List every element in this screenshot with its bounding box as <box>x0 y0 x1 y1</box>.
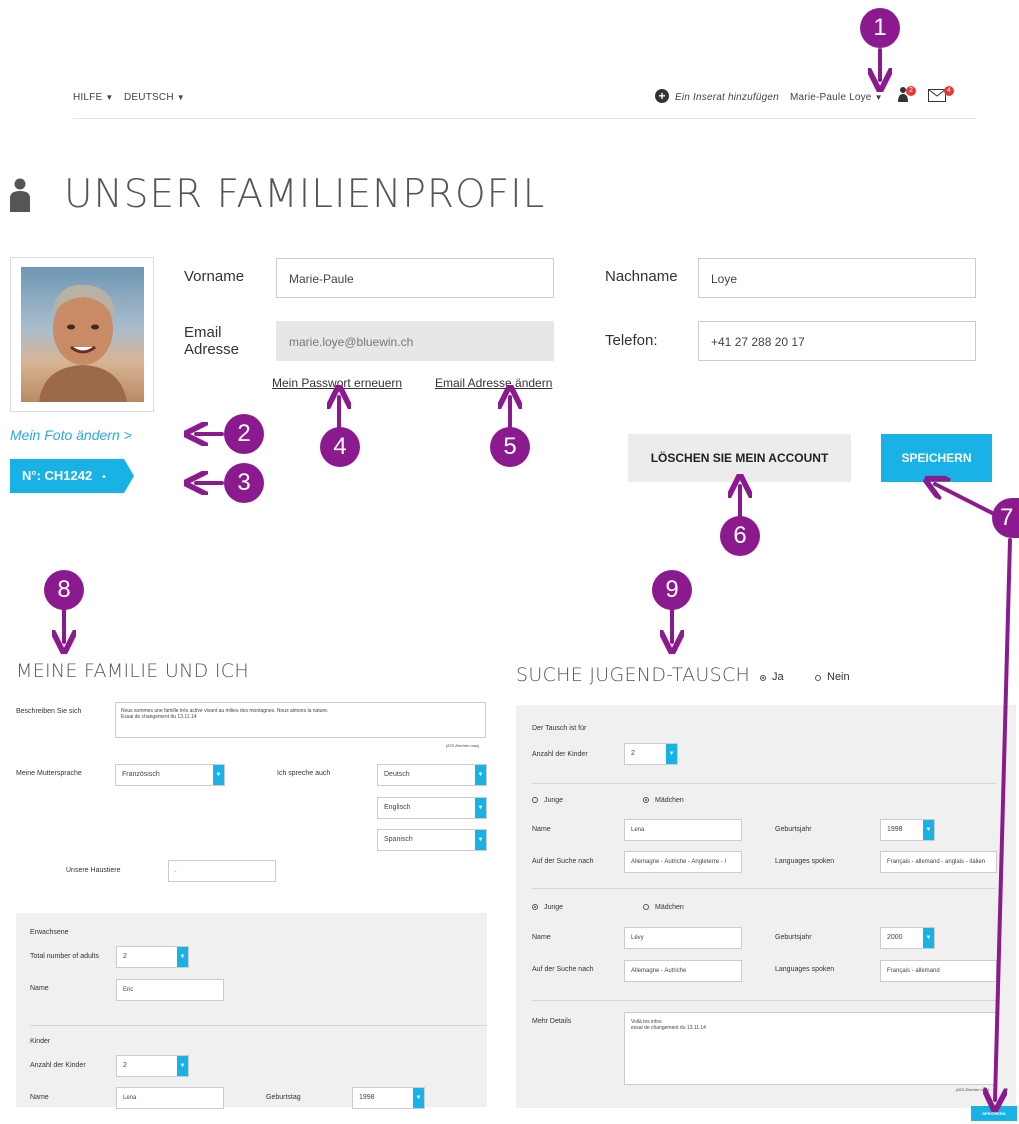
marker-2: 2 <box>224 414 264 454</box>
marker-8: 8 <box>44 570 84 610</box>
marker-4: 4 <box>320 427 360 467</box>
arrow-7b <box>995 538 1012 1100</box>
marker-5: 5 <box>490 427 530 467</box>
marker-1: 1 <box>860 8 900 48</box>
marker-9: 9 <box>652 570 692 610</box>
marker-3: 3 <box>224 463 264 503</box>
marker-6: 6 <box>720 516 760 556</box>
arrow-7a <box>935 484 1000 518</box>
annotation-arrows <box>0 48 1012 1124</box>
